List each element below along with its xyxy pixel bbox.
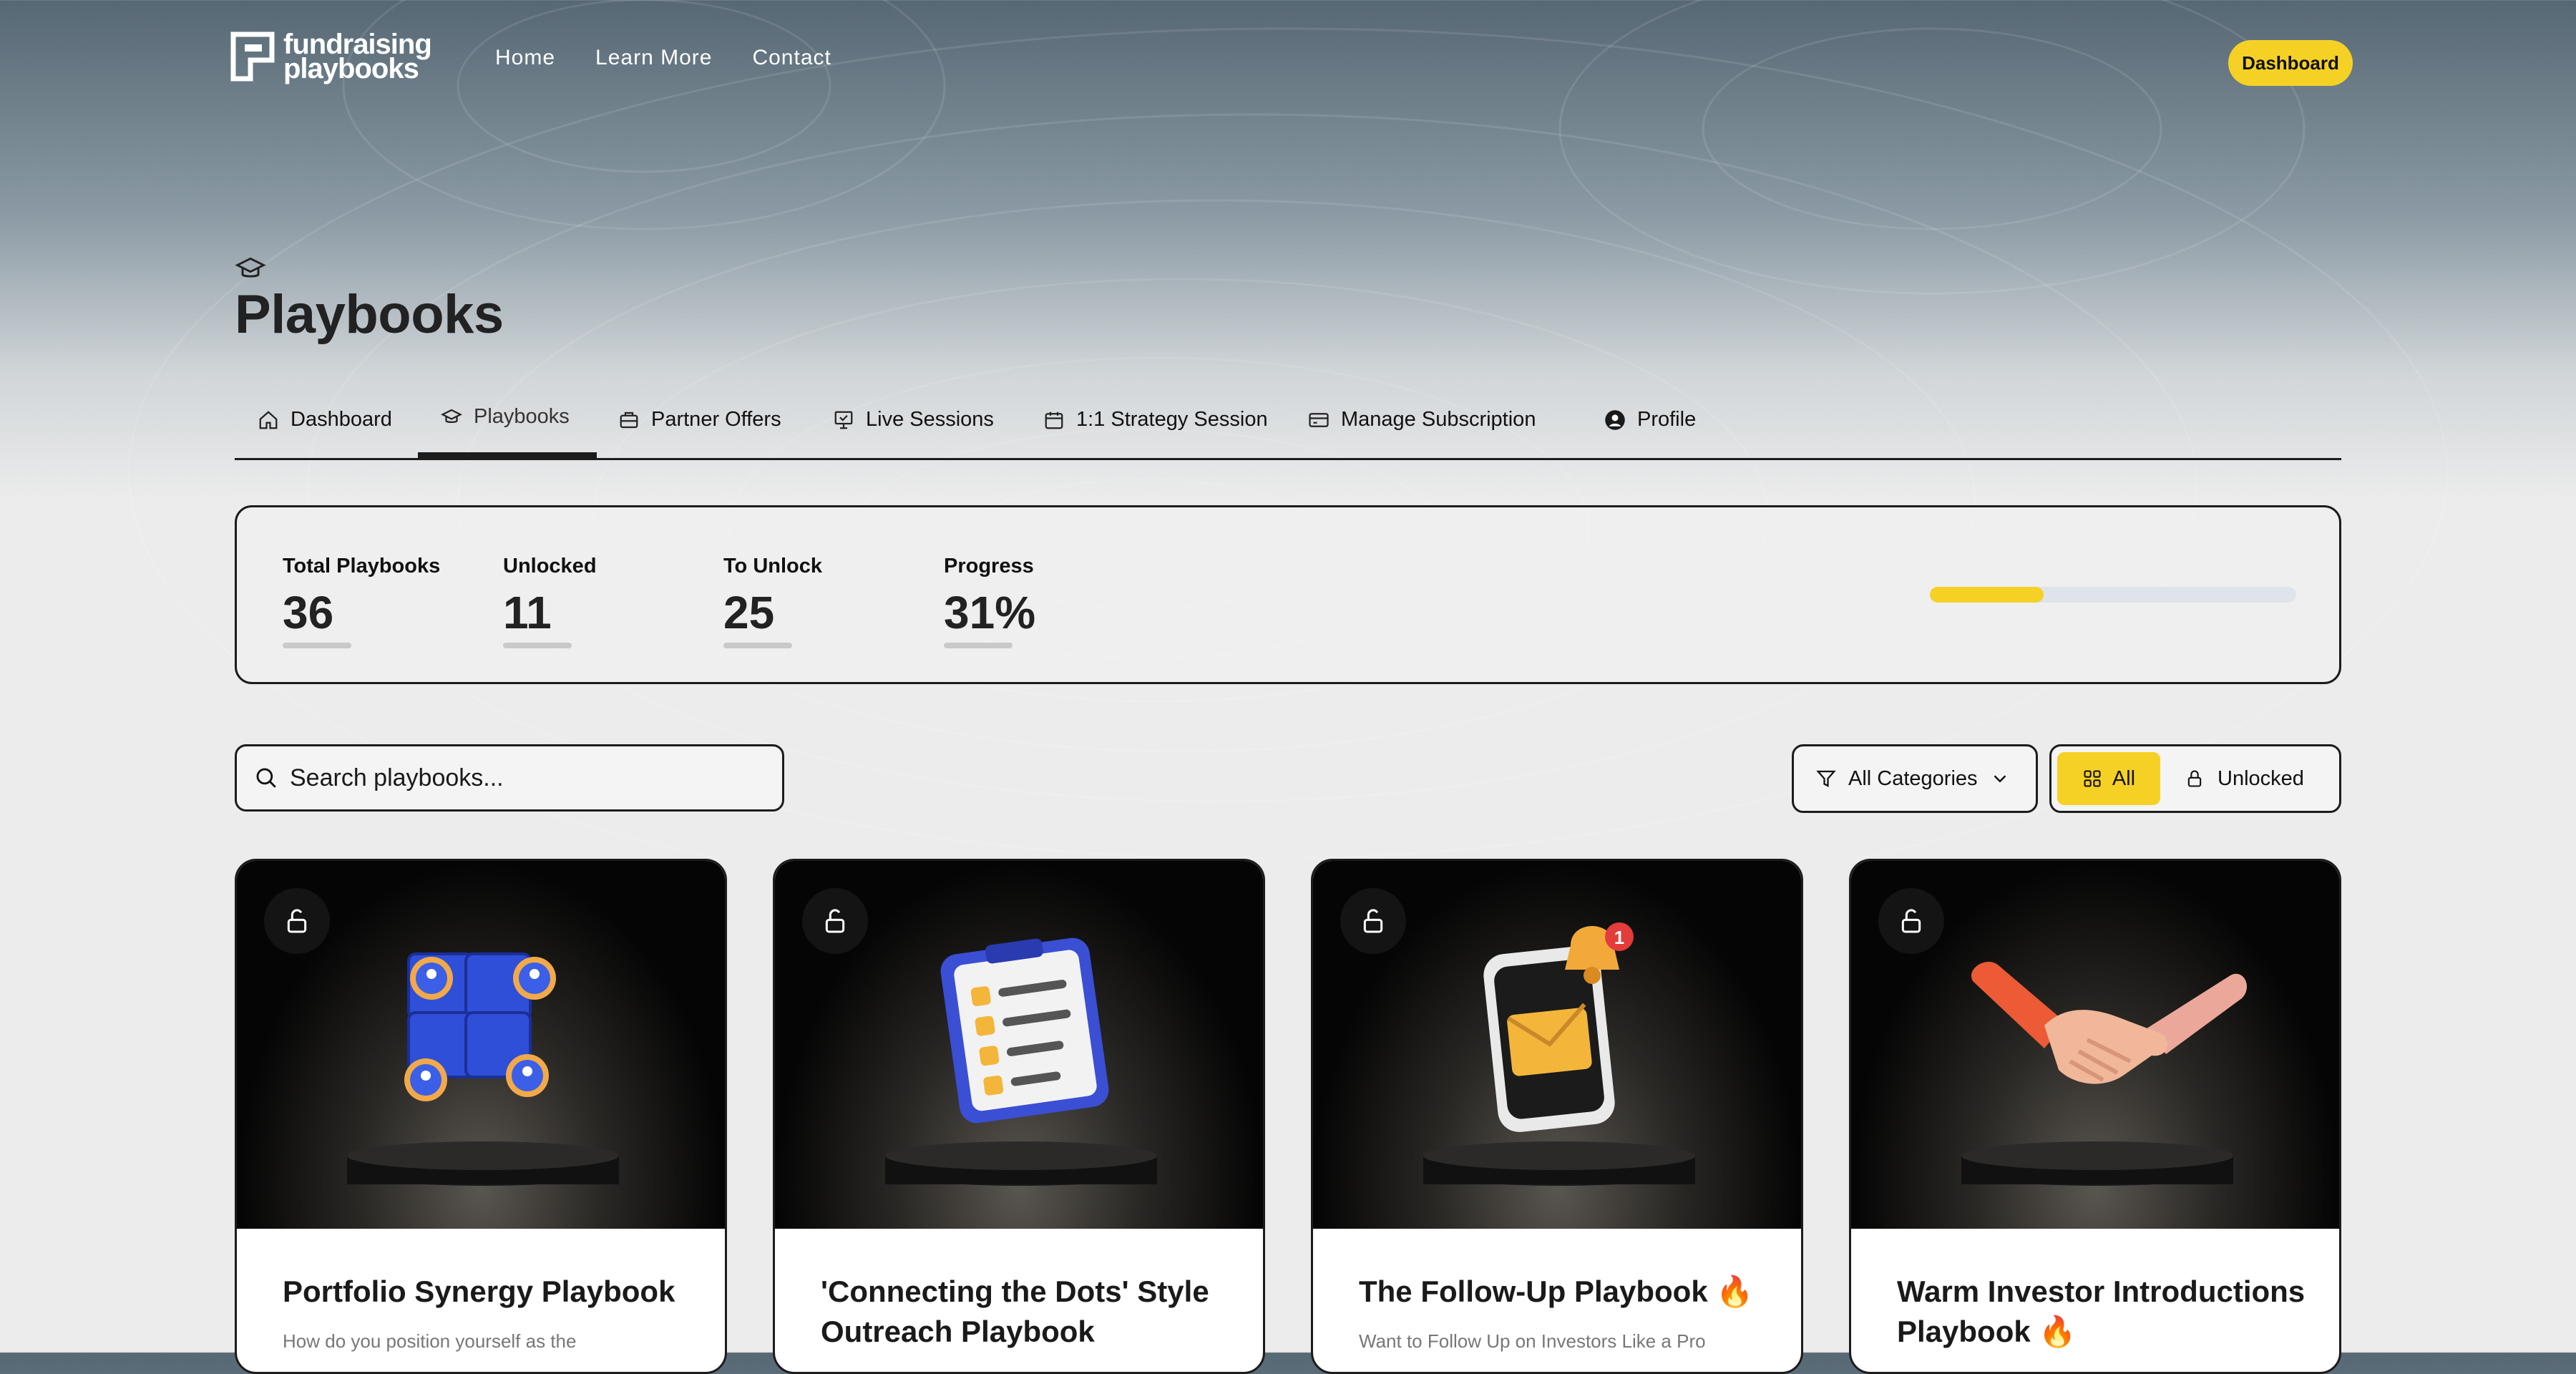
nav-learn-more-link[interactable]: Learn More — [595, 46, 712, 70]
filter-all-label: All — [2112, 766, 2136, 790]
stat-label: Progress — [944, 555, 1034, 578]
card-title: The Follow-Up Playbook 🔥 — [1359, 1275, 1754, 1308]
tab-profile[interactable]: Profile — [1604, 408, 1696, 432]
tab-label: Dashboard — [291, 408, 392, 431]
progress-bar-fill — [1930, 587, 2044, 603]
nav-contact-link[interactable]: Contact — [752, 46, 831, 70]
progress-bar — [1930, 587, 2296, 603]
filter-unlocked-label: Unlocked — [2218, 766, 2304, 790]
tab-strategy-session[interactable]: 1:1 Strategy Session — [1043, 408, 1268, 432]
stat-progress: Progress 31% — [944, 555, 1035, 648]
stats-card: Total Playbooks 36 Unlocked 11 To Unlock… — [235, 505, 2341, 684]
stat-underline — [723, 643, 792, 648]
graduation-cap-icon — [441, 409, 462, 423]
category-dropdown[interactable]: All Categories — [1792, 744, 2038, 813]
unlocked-padlock-icon — [287, 909, 307, 933]
presentation-icon — [834, 411, 853, 429]
tab-label: Playbooks — [474, 405, 570, 428]
stat-to-unlock: To Unlock 25 — [723, 555, 822, 648]
card-title: Portfolio Synergy Playbook — [283, 1275, 675, 1308]
card-title: 'Connecting the Dots' Style Outreach Pla… — [821, 1275, 1209, 1348]
section-tabs: Dashboard Playbooks Partner Offers Live … — [235, 391, 2341, 460]
tab-playbooks[interactable]: Playbooks — [441, 405, 570, 429]
briefcase-icon — [620, 411, 638, 428]
filter-all-button[interactable]: All — [2057, 752, 2160, 805]
home-icon — [259, 410, 278, 429]
unlock-badge — [264, 888, 330, 954]
filter-unlocked-button[interactable]: Unlocked — [2185, 752, 2304, 805]
logo-line-2: playbooks — [283, 53, 419, 84]
card-description: How do you position yourself as the — [283, 1330, 577, 1352]
category-selected-value: All Categories — [1848, 766, 1978, 790]
stat-value: 31% — [944, 587, 1036, 638]
stat-value: 36 — [283, 587, 334, 638]
unlock-badge — [802, 888, 868, 954]
stat-underline — [283, 643, 351, 648]
nav-home-link[interactable]: Home — [495, 46, 555, 70]
tab-live-sessions[interactable]: Live Sessions — [833, 408, 994, 432]
page: fundraising playbooks Home Learn More Co… — [0, 0, 2576, 1374]
search-box — [235, 744, 784, 812]
unlock-badge — [1340, 888, 1406, 954]
stat-label: To Unlock — [723, 555, 823, 578]
unlocked-padlock-icon — [825, 909, 845, 933]
stat-value: 11 — [503, 587, 552, 638]
unlocked-padlock-icon — [1901, 909, 1921, 933]
playbook-card[interactable]: 'Connecting the Dots' Style Outreach Pla… — [773, 859, 1265, 1374]
card-image — [237, 861, 725, 1229]
unlock-badge — [1878, 888, 1944, 954]
logo-mark-icon — [230, 31, 275, 82]
card-image — [775, 861, 1263, 1229]
stat-underline — [944, 643, 1013, 648]
brand-logo[interactable]: fundraising playbooks — [230, 30, 432, 84]
logo-text: fundraising playbooks — [283, 30, 432, 84]
tab-manage-subscription[interactable]: Manage Subscription — [1308, 408, 1536, 432]
svg-text:1: 1 — [1614, 927, 1624, 948]
unlock-filter-toggle: All Unlocked — [2049, 744, 2341, 813]
calendar-icon — [1045, 411, 1063, 429]
filter-icon — [1816, 770, 1836, 787]
stat-total: Total Playbooks 36 — [283, 555, 440, 648]
grid-icon — [2084, 770, 2101, 787]
playbook-card[interactable]: 1 The Follow-Up Playbook 🔥 Want to Follo… — [1311, 859, 1803, 1374]
card-image: 1 — [1313, 861, 1801, 1229]
tab-label: Profile — [1637, 408, 1697, 431]
tab-label: Manage Subscription — [1341, 408, 1536, 431]
playbook-card[interactable]: Warm Investor Introductions Playbook 🔥 — [1849, 859, 2341, 1374]
search-icon — [256, 768, 276, 788]
credit-card-icon — [1309, 412, 1329, 427]
chevron-down-icon — [1994, 775, 2006, 783]
lock-icon — [2187, 770, 2202, 787]
tab-label: Partner Offers — [651, 408, 781, 431]
tab-partner-offers[interactable]: Partner Offers — [618, 408, 781, 432]
unlocked-padlock-icon — [1363, 909, 1383, 933]
stat-value: 25 — [723, 587, 775, 638]
user-circle-icon — [1605, 409, 1625, 430]
stat-label: Unlocked — [503, 555, 597, 578]
stat-unlocked: Unlocked 11 — [503, 555, 597, 648]
top-nav: Home Learn More Contact — [495, 46, 831, 70]
card-image — [1851, 861, 2339, 1229]
dashboard-button[interactable]: Dashboard — [2228, 40, 2353, 86]
stat-label: Total Playbooks — [283, 555, 441, 578]
stat-underline — [503, 643, 572, 648]
search-input[interactable] — [288, 763, 749, 793]
page-title: Playbooks — [235, 284, 504, 345]
card-title: Warm Investor Introductions Playbook 🔥 — [1897, 1275, 2306, 1348]
tab-label: 1:1 Strategy Session — [1076, 408, 1268, 431]
tab-label: Live Sessions — [866, 408, 994, 431]
graduation-cap-icon — [235, 257, 266, 278]
playbook-card[interactable]: Portfolio Synergy Playbook How do you po… — [235, 859, 727, 1374]
tab-dashboard[interactable]: Dashboard — [258, 408, 392, 432]
active-tab-indicator — [418, 452, 597, 458]
card-description: Want to Follow Up on Investors Like a Pr… — [1359, 1330, 1706, 1352]
